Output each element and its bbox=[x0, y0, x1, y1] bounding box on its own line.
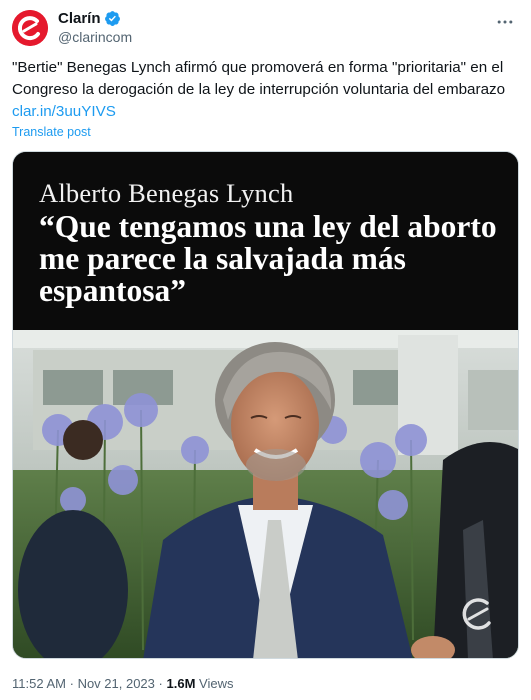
meta-separator: · bbox=[158, 676, 163, 691]
tweet-link[interactable]: clar.in/3uuYIVS bbox=[12, 101, 522, 123]
media-quote: “Que tengamos una ley del aborto me pare… bbox=[39, 209, 497, 308]
tweet-media-image[interactable]: Alberto Benegas Lynch “Que tengamos una … bbox=[12, 151, 519, 659]
media-person-name: Alberto Benegas Lynch bbox=[39, 178, 294, 208]
account-handle[interactable]: @clarincom bbox=[58, 29, 132, 45]
clarin-logo-icon[interactable] bbox=[12, 10, 48, 46]
tweet-time[interactable]: 11:52 AM bbox=[12, 676, 66, 691]
tweet-meta: 11:52 AM · Nov 21, 2023 · 1.6M Views bbox=[12, 676, 233, 691]
translate-post-link[interactable]: Translate post bbox=[12, 125, 91, 139]
views-count[interactable]: 1.6M bbox=[167, 676, 196, 691]
views-label: Views bbox=[199, 676, 234, 691]
media-title-panel: Alberto Benegas Lynch “Que tengamos una … bbox=[13, 152, 518, 330]
tweet-header: Clarín @clarincom bbox=[12, 8, 519, 48]
tweet-body: "Bertie" Benegas Lynch afirmó que promov… bbox=[12, 57, 522, 123]
media-photo bbox=[13, 330, 518, 658]
meta-separator: · bbox=[69, 676, 74, 691]
more-options-icon[interactable] bbox=[495, 12, 515, 32]
tweet-text: "Bertie" Benegas Lynch afirmó que promov… bbox=[12, 59, 506, 98]
verified-badge-icon[interactable] bbox=[104, 10, 121, 27]
tweet-date[interactable]: Nov 21, 2023 bbox=[78, 676, 155, 691]
display-name-row: Clarín bbox=[58, 10, 121, 27]
display-name[interactable]: Clarín bbox=[58, 10, 101, 27]
